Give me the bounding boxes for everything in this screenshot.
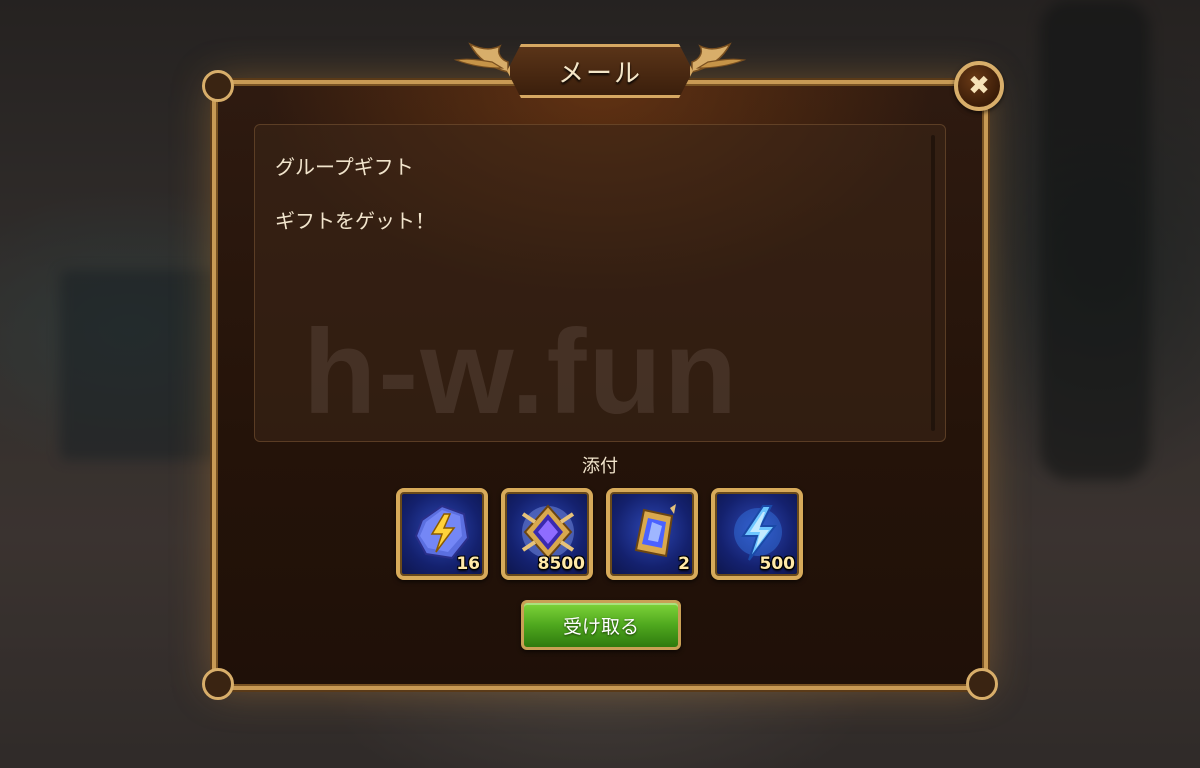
- dialog-title: メール: [557, 58, 642, 89]
- receive-button[interactable]: 受け取る: [521, 600, 681, 650]
- attachment-item[interactable]: 2: [606, 488, 698, 580]
- item-quantity: 500: [759, 554, 796, 574]
- left-wing-ornament-icon: [453, 42, 509, 73]
- message-body: ギフトをゲット！: [275, 209, 435, 233]
- attachments-label: 添付: [582, 456, 618, 477]
- item-quantity: 8500: [537, 554, 585, 574]
- attachment-item[interactable]: 8500: [501, 488, 593, 580]
- attachment-list: 16 8500 2 500: [396, 488, 803, 580]
- message-panel: h-w.fun グループギフト ギフトをゲット！: [254, 124, 946, 442]
- frame-corner-ornament: [966, 668, 998, 700]
- frame-corner-ornament: [202, 668, 234, 700]
- item-quantity: 2: [678, 554, 690, 574]
- close-icon: ✖: [968, 71, 990, 101]
- attachment-item[interactable]: 16: [396, 488, 488, 580]
- item-quantity: 16: [456, 554, 480, 574]
- close-button[interactable]: ✖: [954, 61, 1004, 111]
- frame-corner-ornament: [202, 70, 234, 102]
- attachment-item[interactable]: 500: [711, 488, 803, 580]
- watermark: h-w.fun: [303, 305, 740, 439]
- message-scrollbar[interactable]: [931, 135, 935, 431]
- right-wing-ornament-icon: [691, 42, 747, 73]
- dialog-title-plate: メール: [507, 44, 693, 98]
- message-subject: グループギフト: [275, 155, 414, 179]
